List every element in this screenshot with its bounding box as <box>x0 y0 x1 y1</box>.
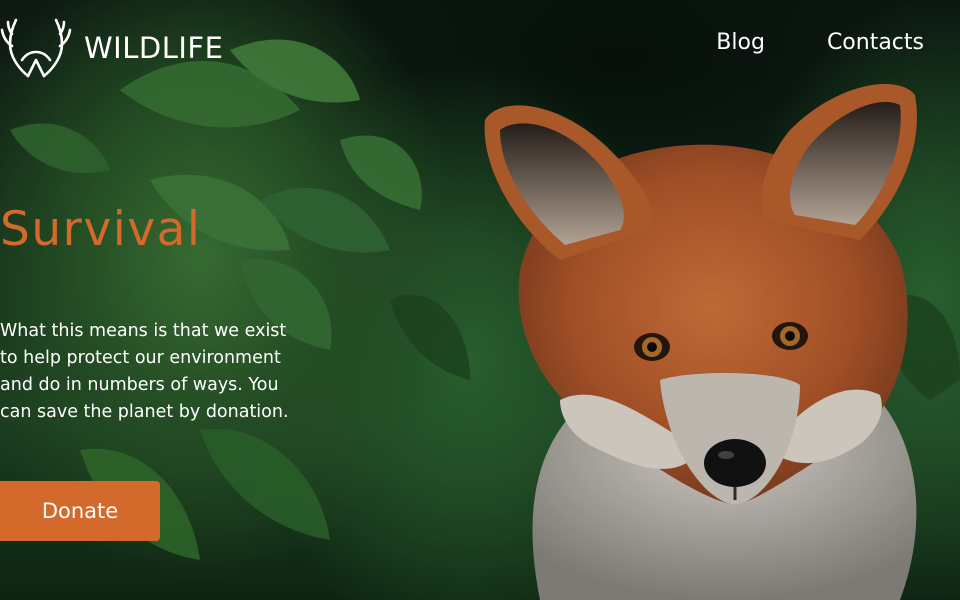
donate-button[interactable]: Donate <box>0 481 160 541</box>
nav-link-blog[interactable]: Blog <box>716 32 765 54</box>
main-nav: Blog Contacts <box>716 32 924 54</box>
antlers-icon <box>0 18 72 78</box>
brand-logo[interactable]: WILDLIFE <box>0 16 223 80</box>
nav-link-contacts[interactable]: Contacts <box>827 32 924 54</box>
hero-headline: Survival <box>0 202 202 257</box>
hero-description: What this means is that we exist to help… <box>0 321 289 422</box>
brand-name: WILDLIFE <box>84 30 224 65</box>
